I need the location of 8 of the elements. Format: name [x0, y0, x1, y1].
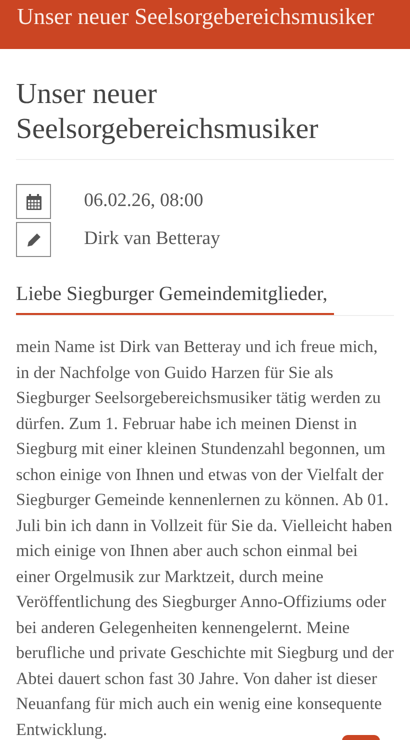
- pencil-icon: [26, 232, 42, 248]
- post-author: Dirk van Betteray: [84, 227, 220, 252]
- article-body: mein Name ist Dirk van Betteray und ich freue mich, in der Nachfolge von Guido Harzen für Sie als Siegburger Seelsorgebereichsmusiker tätig werden zu dürfen. Zum 1. Februar habe ich meinen Dienst in Siegburg mit einer kleinen Stundenzahl begonnen, um schon einige von Ihnen und etwas von der Vielfalt der Siegburger Gemeinde kennenlernen zu können. Ab 01. Juli bin ich dann in Vollzeit für Sie da. Vielleicht haben mich einige von Ihnen aber auch schon einmal bei einer Orgelmusik zur Marktzeit, durch meine Veröffentlichung des Siegburger Anno-Offiziums oder bei anderen Gelegenheiten kennengelernt. Meine berufliche und private Geschichte mit Siegburg und der Abtei dauert schon fast 30 Jahre. Von daher ist dieser Neuanfang für mich auch ein wenig eine konsequente Entwicklung.: [16, 336, 394, 740]
- article-title: Unser neuer Seelsorgebereichsmusiker: [16, 77, 394, 160]
- post-date: 06.02.26, 08:00: [84, 189, 204, 214]
- calendar-icon: [24, 192, 42, 210]
- header-title: Unser neuer Seelsorgebereichsmusiker: [17, 3, 374, 31]
- section-heading: Liebe Siegburger Gemeindemitglieder,: [16, 279, 334, 315]
